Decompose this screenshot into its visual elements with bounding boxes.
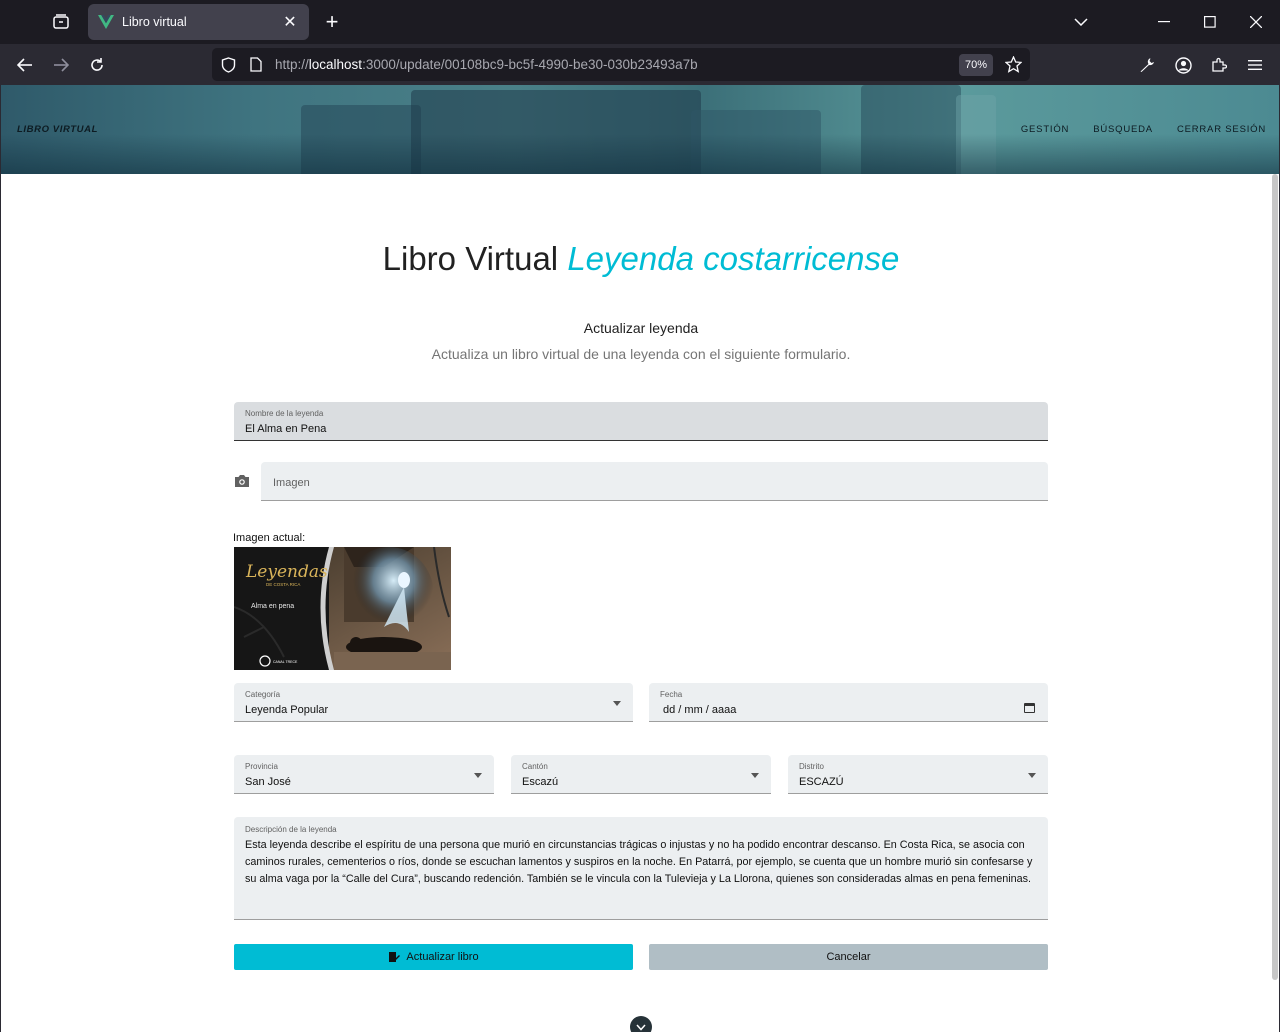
update-book-button[interactable]: Actualizar libro (234, 944, 633, 970)
thumbnail-title: Leyendas (245, 562, 328, 582)
hamburger-menu-icon (1248, 60, 1262, 70)
url-host: localhost (308, 57, 363, 72)
legend-name-label: Nombre de la leyenda (245, 409, 324, 418)
page-title-accent: Leyenda costarricense (567, 240, 900, 277)
date-value[interactable]: dd / mm / aaaa (663, 704, 736, 716)
image-input-placeholder: Imagen (273, 477, 310, 489)
browser-nav-bar: http://localhost:3000/update/00108bc9-bc… (0, 44, 1280, 85)
vue-devtools-toggle[interactable] (630, 1016, 652, 1032)
district-value: ESCAZÚ (799, 776, 844, 788)
browser-tab-bar: Libro virtual ✕ + (0, 0, 1280, 44)
reload-button[interactable] (82, 50, 112, 80)
url-bar[interactable]: http://localhost:3000/update/00108bc9-bc… (212, 48, 1030, 81)
url-prefix: http:// (275, 57, 309, 72)
back-button[interactable] (10, 50, 40, 80)
account-icon (1174, 56, 1192, 74)
legend-name-field[interactable]: Nombre de la leyenda El Alma en Pena (234, 402, 1048, 441)
update-book-label: Actualizar libro (406, 951, 479, 963)
book-edit-icon (389, 952, 401, 962)
province-label: Provincia (245, 762, 278, 771)
legend-cover-image: Leyendas DE COSTA RICA Alma en pena CANA… (234, 547, 451, 670)
reload-icon (91, 58, 103, 71)
minimize-icon (1158, 21, 1170, 23)
url-text[interactable]: http://localhost:3000/update/00108bc9-bc… (275, 57, 698, 72)
cancel-label: Cancelar (826, 951, 871, 963)
district-select[interactable]: Distrito ESCAZÚ (788, 755, 1048, 794)
tab-overview-button[interactable] (44, 6, 78, 38)
thumbnail-logo-text: CANAL TRECE (273, 660, 298, 664)
legend-description-value[interactable]: Esta leyenda describe el espíritu de una… (245, 837, 1035, 887)
page-title: Libro Virtual Leyenda costarricense (1, 240, 1279, 278)
brand-logo[interactable]: LIBRO VIRTUAL (17, 124, 98, 135)
date-input[interactable]: Fecha dd / mm / aaaa (649, 683, 1048, 722)
canton-select[interactable]: Cantón Escazú (511, 755, 771, 794)
new-tab-button[interactable]: + (318, 8, 346, 36)
current-image-thumbnail: Leyendas DE COSTA RICA Alma en pena CANA… (234, 547, 451, 670)
legend-description-label: Descripción de la leyenda (245, 825, 337, 834)
zoom-level-badge[interactable]: 70% (959, 54, 993, 76)
form-heading: Actualizar leyenda (583, 320, 699, 336)
district-label: Distrito (799, 762, 824, 771)
devtools-button[interactable] (1132, 50, 1162, 80)
url-path: :3000/update/00108bc9-bc5f-4990-be30-030… (362, 57, 698, 72)
province-select[interactable]: Provincia San José (234, 755, 494, 794)
dropdown-arrow-icon (751, 773, 759, 778)
province-value: San José (245, 776, 291, 788)
close-icon (1250, 16, 1262, 28)
nav-busqueda[interactable]: BÚSQUEDA (1093, 124, 1153, 135)
page-scrollbar[interactable] (1272, 174, 1278, 980)
current-image-label: Imagen actual: (233, 532, 306, 544)
tab-list-icon (53, 14, 69, 29)
thumbnail-caption: Alma en pena (251, 603, 294, 610)
legend-description-textarea[interactable]: Descripción de la leyenda Esta leyenda d… (234, 817, 1048, 920)
wrench-icon (1140, 58, 1154, 72)
date-label: Fecha (660, 690, 683, 699)
thumbnail-subtitle: DE COSTA RICA (266, 582, 300, 587)
dropdown-arrow-icon (613, 701, 621, 706)
arrow-right-icon (54, 58, 69, 72)
maximize-button[interactable] (1187, 0, 1233, 44)
puzzle-icon (1212, 57, 1227, 72)
category-select[interactable]: Categoría Leyenda Popular (234, 683, 633, 722)
browser-tab-active[interactable]: Libro virtual ✕ (88, 4, 309, 40)
arrow-left-icon (17, 58, 32, 72)
chevron-down-icon (1074, 18, 1088, 26)
banner-shade (1, 134, 1279, 174)
canton-label: Cantón (522, 762, 548, 771)
dropdown-arrow-icon (474, 773, 482, 778)
tab-close-icon[interactable]: ✕ (281, 12, 299, 32)
star-icon[interactable] (1005, 56, 1022, 73)
nav-cerrar-sesion[interactable]: CERRAR SESIÓN (1177, 124, 1266, 135)
vue-logo-icon (98, 15, 114, 29)
forward-button[interactable] (46, 50, 76, 80)
calendar-icon[interactable] (1024, 703, 1035, 713)
page-title-main: Libro Virtual (382, 240, 559, 277)
page-viewport: LIBRO VIRTUAL GESTIÓN BÚSQUEDA CERRAR SE… (0, 85, 1280, 1032)
top-nav: GESTIÓN BÚSQUEDA CERRAR SESIÓN (1021, 124, 1266, 135)
category-value: Leyenda Popular (245, 704, 329, 716)
tab-title: Libro virtual (122, 15, 187, 29)
close-window-button[interactable] (1233, 0, 1279, 44)
dropdown-arrow-icon (1028, 773, 1036, 778)
menu-button[interactable] (1240, 50, 1270, 80)
camera-icon[interactable] (234, 474, 250, 488)
header-banner: LIBRO VIRTUAL GESTIÓN BÚSQUEDA CERRAR SE… (1, 85, 1279, 174)
account-button[interactable] (1168, 50, 1198, 80)
chevron-down-icon (636, 1024, 646, 1031)
shield-icon[interactable] (221, 57, 236, 73)
extensions-button[interactable] (1204, 50, 1234, 80)
image-file-input[interactable]: Imagen (261, 462, 1048, 501)
cancel-button[interactable]: Cancelar (649, 944, 1048, 970)
legend-name-value[interactable]: El Alma en Pena (245, 423, 326, 435)
page-icon[interactable] (250, 57, 262, 72)
canton-value: Escazú (522, 776, 559, 788)
form-description: Actualiza un libro virtual de una leyend… (431, 346, 851, 362)
nav-gestion[interactable]: GESTIÓN (1021, 124, 1069, 135)
tab-list-dropdown-button[interactable] (1058, 0, 1104, 44)
category-label: Categoría (245, 690, 281, 699)
maximize-icon (1204, 16, 1216, 28)
minimize-button[interactable] (1141, 0, 1187, 44)
